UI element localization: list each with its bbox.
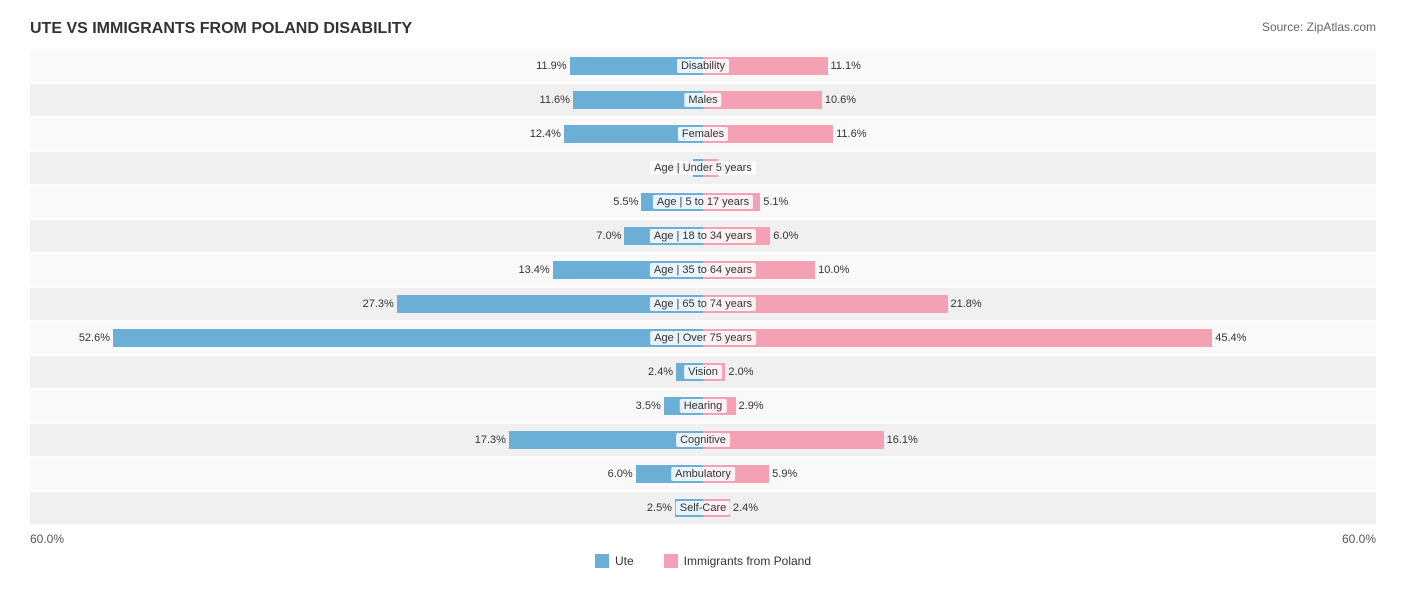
- bar-center-label: Self-Care: [676, 501, 730, 515]
- bar-value-left: 11.9%: [536, 60, 569, 72]
- bar-center-label: Age | 5 to 17 years: [653, 195, 753, 209]
- chart-row: 0.86%1.3%Age | Under 5 years: [30, 152, 1376, 184]
- bar-center-label: Age | 18 to 34 years: [650, 229, 756, 243]
- bar-value-right: 11.1%: [828, 60, 861, 72]
- bar-value-left: 52.6%: [79, 332, 113, 344]
- legend-label-poland: Immigrants from Poland: [684, 554, 811, 568]
- legend-label-ute: Ute: [615, 554, 634, 568]
- chart-row: 2.5% 2.4%Self-Care: [30, 492, 1376, 524]
- bar-center-label: Age | 35 to 64 years: [650, 263, 756, 277]
- axis-label-right: 60.0%: [1342, 532, 1376, 546]
- bar-center-label: Females: [678, 127, 728, 141]
- legend: Ute Immigrants from Poland: [30, 554, 1376, 568]
- chart-title: UTE VS IMMIGRANTS FROM POLAND DISABILITY: [30, 20, 412, 38]
- bar-center-label: Age | 65 to 74 years: [650, 297, 756, 311]
- bar-center-label: Vision: [684, 365, 722, 379]
- bar-value-right: 6.0%: [770, 230, 798, 242]
- bar-value-right: 21.8%: [948, 298, 982, 310]
- chart-row: 27.3% 21.8% Age | 65 to 74 years: [30, 288, 1376, 320]
- bar-center-label: Males: [684, 93, 721, 107]
- bar-value-left: 17.3%: [475, 434, 509, 446]
- bar-center-label: Age | Under 5 years: [650, 161, 756, 175]
- chart-container: UTE VS IMMIGRANTS FROM POLAND DISABILITY…: [30, 20, 1376, 568]
- bar-center-label: Ambulatory: [671, 467, 735, 481]
- bar-value-right: 11.6%: [833, 128, 866, 140]
- bar-value-right: 2.4%: [730, 502, 758, 514]
- chart-row: 52.6% 45.4% Age | Over 75 years: [30, 322, 1376, 354]
- bar-value-left: 2.4%: [648, 366, 676, 378]
- bar-left: [509, 431, 703, 449]
- chart-row: 13.4% 10.0% Age | 35 to 64 years: [30, 254, 1376, 286]
- chart-row: 6.0% 5.9% Ambulatory: [30, 458, 1376, 490]
- bar-center-label: Cognitive: [676, 433, 730, 447]
- bar-center-label: Disability: [677, 59, 729, 73]
- chart-source: Source: ZipAtlas.com: [1262, 20, 1376, 34]
- chart-row: 11.6% 10.6% Males: [30, 84, 1376, 116]
- bar-value-left: 11.6%: [540, 94, 573, 106]
- bar-value-left: 27.3%: [363, 298, 397, 310]
- chart-row: 11.9% 11.1% Disability: [30, 50, 1376, 82]
- bar-value-right: 45.4%: [1212, 332, 1246, 344]
- bar-value-right: 2.0%: [725, 366, 753, 378]
- bar-value-left: 13.4%: [519, 264, 553, 276]
- chart-body: 11.9% 11.1% Disability 11.6% 10.6% Males 12.4%…: [30, 50, 1376, 524]
- chart-row: 7.0% 6.0% Age | 18 to 34 years: [30, 220, 1376, 252]
- chart-header: UTE VS IMMIGRANTS FROM POLAND DISABILITY…: [30, 20, 1376, 38]
- bar-value-left: 5.5%: [613, 196, 641, 208]
- bar-value-left: 2.5%: [647, 502, 675, 514]
- bar-value-right: 5.9%: [769, 468, 797, 480]
- chart-row: 2.4% 2.0%Vision: [30, 356, 1376, 388]
- bar-left: [113, 329, 703, 347]
- bar-value-left: 7.0%: [596, 230, 624, 242]
- axis-label-left: 60.0%: [30, 532, 64, 546]
- bar-value-right: 10.6%: [822, 94, 856, 106]
- chart-row: 5.5% 5.1% Age | 5 to 17 years: [30, 186, 1376, 218]
- bar-value-right: 10.0%: [815, 264, 849, 276]
- legend-item-ute: Ute: [595, 554, 634, 568]
- legend-item-poland: Immigrants from Poland: [664, 554, 811, 568]
- bar-value-left: 3.5%: [636, 400, 664, 412]
- bar-right: [703, 431, 884, 449]
- chart-footer: 60.0% 60.0%: [30, 532, 1376, 546]
- legend-box-poland: [664, 554, 678, 568]
- legend-box-ute: [595, 554, 609, 568]
- bar-value-left: 12.4%: [530, 128, 564, 140]
- bar-value-right: 5.1%: [760, 196, 788, 208]
- bar-value-right: 16.1%: [884, 434, 918, 446]
- bar-center-label: Age | Over 75 years: [650, 331, 756, 345]
- bar-right: [703, 329, 1212, 347]
- bar-value-right: 2.9%: [736, 400, 764, 412]
- chart-row: 17.3% 16.1% Cognitive: [30, 424, 1376, 456]
- chart-row: 12.4% 11.6% Females: [30, 118, 1376, 150]
- bar-value-left: 6.0%: [608, 468, 636, 480]
- chart-row: 3.5% 2.9% Hearing: [30, 390, 1376, 422]
- bar-center-label: Hearing: [680, 399, 727, 413]
